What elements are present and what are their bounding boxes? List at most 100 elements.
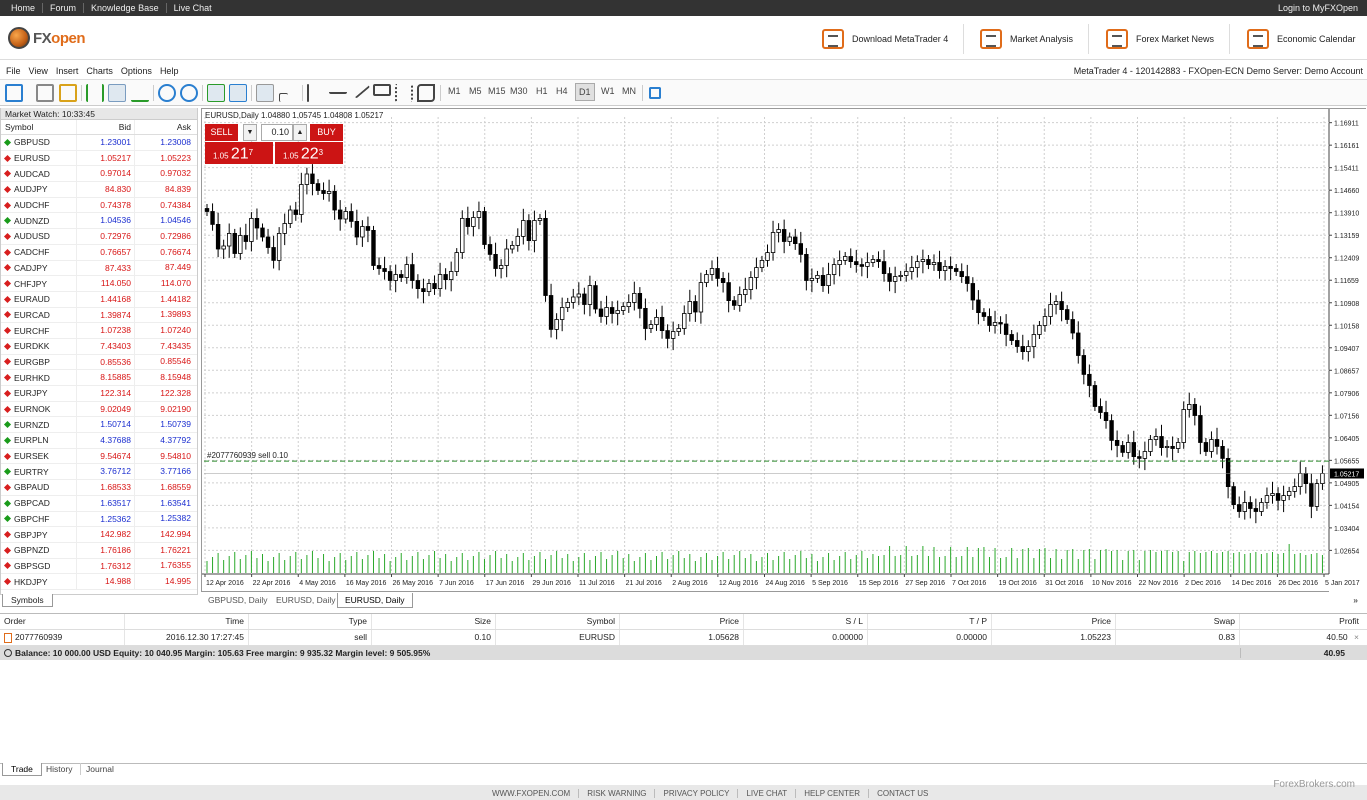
top-link-knowledge-base[interactable]: Knowledge Base [84, 3, 167, 13]
footer-link-privacy[interactable]: PRIVACY POLICY [655, 789, 739, 798]
trendline-icon[interactable] [349, 79, 371, 99]
nav-forex-news[interactable]: Forex Market News [1106, 24, 1214, 54]
zoom-out-icon[interactable] [180, 84, 198, 102]
market-watch-row[interactable]: EURJPY 122.314 122.328 [1, 386, 197, 402]
market-watch-row[interactable]: CADJPY 87.433 87.449 [1, 260, 197, 277]
col-time[interactable]: Time [125, 614, 249, 629]
col-current-price[interactable]: Price [992, 614, 1116, 629]
timeframe-h4[interactable]: H4 [556, 86, 568, 96]
market-watch-row[interactable]: GBPSGD 1.76312 1.76355 [1, 558, 197, 575]
col-sl[interactable]: S / L [744, 614, 868, 629]
chart-tab-eurusd-1[interactable]: EURUSD, Daily [269, 593, 343, 607]
trade-row[interactable]: 2077760939 2016.12.30 17:27:45 sell 0.10… [0, 630, 1367, 646]
market-watch-row[interactable]: EURNOK 9.02049 9.02190 [1, 401, 197, 418]
footer-link-site[interactable]: WWW.FXOPEN.COM [484, 789, 580, 798]
fibonacci-icon[interactable] [395, 84, 413, 102]
chart-shift-icon[interactable] [229, 84, 247, 102]
col-order[interactable]: Order [0, 614, 125, 629]
timeframe-m30[interactable]: M30 [510, 86, 528, 96]
market-watch-row[interactable]: EURTRY 3.76712 3.77166 [1, 464, 197, 481]
col-type[interactable]: Type [249, 614, 372, 629]
footer-link-help[interactable]: HELP CENTER [796, 789, 870, 798]
market-watch-row[interactable]: GBPJPY 142.982 142.994 [1, 527, 197, 543]
col-size[interactable]: Size [372, 614, 496, 629]
col-profit[interactable]: Profit [1240, 614, 1363, 629]
market-watch-row[interactable]: EURGBP 0.85536 0.85546 [1, 354, 197, 371]
timeframe-w1[interactable]: W1 [601, 86, 615, 96]
fxopen-logo[interactable]: FXopen [8, 27, 86, 49]
nav-economic-calendar[interactable]: Economic Calendar [1247, 24, 1356, 54]
fullscreen-icon[interactable] [649, 87, 661, 99]
line-chart-icon[interactable] [131, 84, 149, 102]
col-swap[interactable]: Swap [1116, 614, 1240, 629]
tab-history[interactable]: History [38, 763, 82, 775]
tab-symbols[interactable]: Symbols [2, 594, 53, 607]
col-bid[interactable]: Bid [77, 120, 135, 134]
horizontal-line-icon[interactable] [329, 84, 347, 94]
footer-link-chat[interactable]: LIVE CHAT [738, 789, 797, 798]
market-watch-row[interactable]: GBPNZD 1.76186 1.76221 [1, 542, 197, 559]
sell-button[interactable]: SELL [205, 124, 238, 141]
tab-trade[interactable]: Trade [2, 763, 42, 776]
lot-increase-button[interactable]: ▲ [293, 124, 307, 141]
market-watch-row[interactable]: AUDCHF 0.74378 0.74384 [1, 197, 197, 214]
market-watch-row[interactable]: EURCHF 1.07238 1.07240 [1, 323, 197, 339]
menu-view[interactable]: View [29, 66, 48, 76]
chart-tabs-scroll-icon[interactable]: » [1346, 593, 1365, 607]
candlestick-icon[interactable] [108, 84, 126, 102]
market-watch-row[interactable]: AUDNZD 1.04536 1.04546 [1, 213, 197, 230]
buy-button[interactable]: BUY [310, 124, 343, 141]
timeframe-m1[interactable]: M1 [448, 86, 461, 96]
chart-window[interactable]: 1.16911 1.16161 1.15411 1.14660 1.13910 1.131… [201, 108, 1367, 593]
sell-price[interactable]: 1.05 217 [205, 142, 273, 164]
menu-file[interactable]: File [6, 66, 21, 76]
auto-scroll-icon[interactable] [207, 84, 225, 102]
market-watch-row[interactable]: EURSEK 9.54674 9.54810 [1, 448, 197, 465]
top-link-forum[interactable]: Forum [43, 3, 85, 13]
profiles-icon[interactable] [36, 84, 54, 102]
crosshair-icon[interactable] [279, 93, 288, 102]
market-watch-row[interactable]: AUDJPY 84.830 84.839 [1, 182, 197, 198]
price-chart[interactable]: 1.16911 1.16161 1.15411 1.14660 1.13910 1.131… [202, 109, 1367, 593]
tab-journal[interactable]: Journal [78, 763, 122, 775]
market-watch-row[interactable]: EURHKD 8.15885 8.15948 [1, 370, 197, 386]
chart-tab-gbpusd[interactable]: GBPUSD, Daily [201, 593, 275, 607]
lot-size-input[interactable]: 0.10 [261, 124, 293, 141]
new-chart-icon[interactable] [5, 84, 23, 102]
timeframe-m15[interactable]: M15 [488, 86, 506, 96]
text-label-icon[interactable] [373, 84, 391, 96]
top-link-live-chat[interactable]: Live Chat [167, 3, 219, 13]
shapes-icon[interactable] [417, 84, 435, 102]
bar-chart-icon[interactable] [86, 84, 104, 102]
col-price[interactable]: Price [620, 614, 744, 629]
top-link-home[interactable]: Home [4, 3, 44, 13]
market-watch-row[interactable]: GBPAUD 1.68533 1.68559 [1, 480, 197, 496]
market-watch-row[interactable]: EURAUD 1.44168 1.44182 [1, 291, 197, 308]
market-watch-row[interactable]: EURNZD 1.50714 1.50739 [1, 417, 197, 434]
col-tp[interactable]: T / P [868, 614, 992, 629]
cursor-icon[interactable] [256, 84, 274, 102]
expand-icon[interactable] [4, 649, 12, 657]
timeframe-mn[interactable]: MN [622, 86, 636, 96]
market-watch-row[interactable]: CHFJPY 114.050 114.070 [1, 276, 197, 292]
market-watch-row[interactable]: GBPCAD 1.63517 1.63541 [1, 495, 197, 512]
nav-market-analysis[interactable]: Market Analysis [980, 24, 1073, 54]
market-watch-row[interactable]: EURPLN 4.37688 4.37792 [1, 433, 197, 449]
market-watch-row[interactable]: EURCAD 1.39874 1.39893 [1, 307, 197, 324]
market-watch-row[interactable]: CADCHF 0.76657 0.76674 [1, 244, 197, 261]
market-watch-icon[interactable] [59, 84, 77, 102]
buy-price[interactable]: 1.05 223 [275, 142, 343, 164]
timeframe-d1[interactable]: D1 [575, 83, 595, 101]
timeframe-m5[interactable]: M5 [469, 86, 482, 96]
nav-download-mt4[interactable]: Download MetaTrader 4 [822, 24, 948, 54]
col-symbol[interactable]: Symbol [496, 614, 620, 629]
footer-link-risk[interactable]: RISK WARNING [579, 789, 656, 798]
market-watch-row[interactable]: GBPCHF 1.25362 1.25382 [1, 511, 197, 528]
zoom-in-icon[interactable] [158, 84, 176, 102]
market-watch-row[interactable]: AUDCAD 0.97014 0.97032 [1, 166, 197, 183]
market-watch-row[interactable]: EURDKK 7.43403 7.43435 [1, 338, 197, 355]
footer-link-contact[interactable]: CONTACT US [869, 789, 936, 798]
menu-options[interactable]: Options [121, 66, 152, 76]
login-link[interactable]: Login to MyFXOpen [1278, 3, 1358, 13]
timeframe-h1[interactable]: H1 [536, 86, 548, 96]
